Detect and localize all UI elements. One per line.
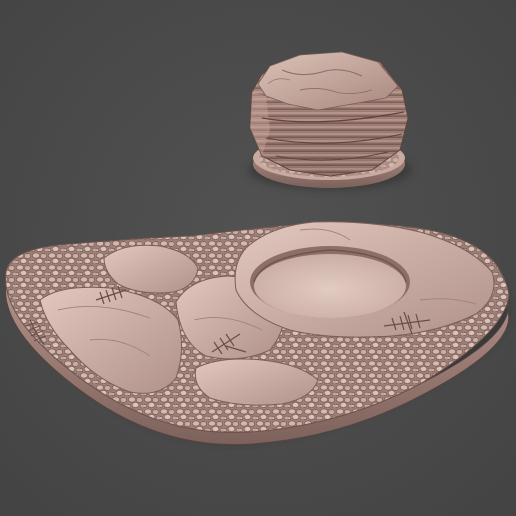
socket-hole [254, 254, 406, 318]
render-viewport [0, 0, 516, 516]
render-scene [0, 0, 516, 516]
stacked-boulder-on-round-base [248, 51, 412, 190]
